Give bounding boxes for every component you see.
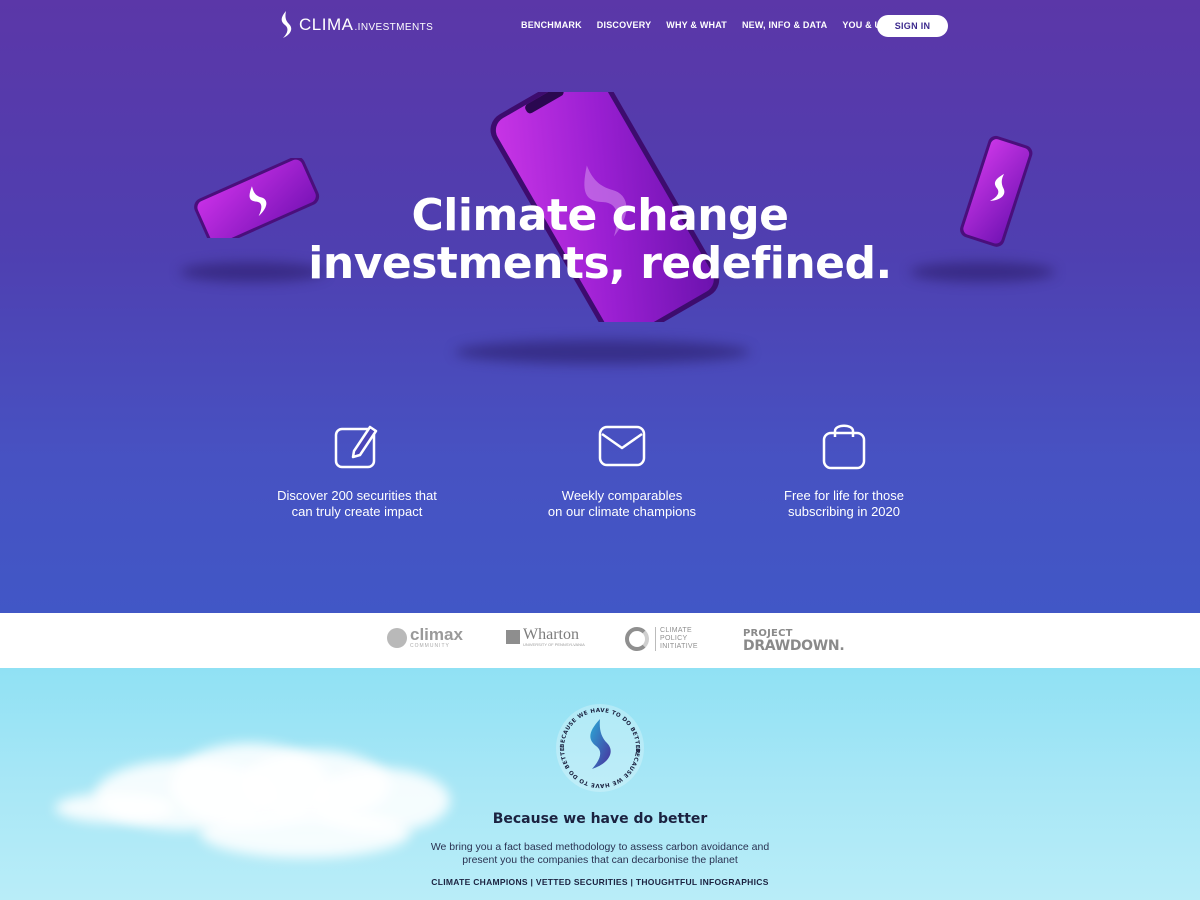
cpi-line: CLIMATE [660,627,692,634]
feature-free-for-life: Free for life for those subscribing in 2… [734,421,954,520]
partner-cpi-logo[interactable]: CLIMATE POLICY INITIATIVE [625,627,698,651]
brand-suffix: .INVESTMENTS [354,21,434,33]
pencil-square-icon [334,425,378,469]
feature-text: Weekly comparables on our climate champi… [512,488,732,520]
feature-line: on our climate champions [547,504,697,519]
desc-line: We bring you a fact based methodology to… [430,841,770,853]
site-logo[interactable]: CLIMA .INVESTMENTS [277,10,433,40]
nav-news-info-data[interactable]: NEW, INFO & DATA [742,20,827,30]
cpi-line: POLICY [660,635,688,642]
mission-section: BECAUSE WE HAVE TO DO BETTER BECAUSE WE … [0,668,1200,900]
partners-strip: climax COMMUNITY Wharton UNIVERSITY OF P… [0,613,1200,668]
hero-section: CLIMA .INVESTMENTS BENCHMARK DISCOVERY W… [0,0,1200,613]
brand-name: CLIMA [299,15,354,34]
bag-icon [822,424,866,470]
mission-tags: CLIMATE CHAMPIONS | VETTED SECURITIES | … [431,877,769,887]
main-menu: BENCHMARK DISCOVERY WHY & WHAT NEW, INFO… [521,20,902,30]
cpi-ring-icon [625,627,649,651]
desc-line: present you the companies that can decar… [462,854,738,866]
headline-line-2: investments, redefined. [308,238,892,289]
wharton-shield-icon [506,630,520,644]
mission-title: Because we have do better [492,811,708,827]
partner-drawdown-logo[interactable]: PROJECT DRAWDOWN. [743,627,845,654]
top-navigation: CLIMA .INVESTMENTS BENCHMARK DISCOVERY W… [0,0,1200,52]
feature-line: Weekly comparables [561,488,683,503]
partner-name: climax [410,625,463,644]
feature-line: Discover 200 securities that [277,488,437,503]
nav-discovery[interactable]: DISCOVERY [597,20,651,30]
partner-climax-logo[interactable]: climax COMMUNITY [387,625,463,649]
sign-in-button[interactable]: SIGN IN [877,15,948,37]
feature-line: Free for life for those [784,488,904,503]
phone-illustration-right [960,135,1033,247]
feature-line: can truly create impact [291,504,423,519]
partner-name: PROJECT DRAWDOWN. [743,627,845,654]
partner-sub: UNIVERSITY OF PENNSYLVANIA [523,642,585,647]
drawdown-line: DRAWDOWN. [743,638,845,654]
climax-globe-icon [387,628,407,648]
phone-shadow-center [455,340,750,364]
cpi-line: INITIATIVE [660,643,698,650]
headline-line-1: Climate change [411,190,789,241]
feature-text: Discover 200 securities that can truly c… [247,488,467,520]
hero-headline: Climate change investments, redefined. [300,192,900,288]
feature-comparables: Weekly comparables on our climate champi… [512,421,732,520]
nav-benchmark[interactable]: BENCHMARK [521,20,582,30]
feature-line: subscribing in 2020 [787,504,901,519]
flame-logo-icon [281,11,292,38]
feature-text: Free for life for those subscribing in 2… [734,488,954,520]
mission-description: We bring you a fact based methodology to… [380,841,820,867]
mission-badge: BECAUSE WE HAVE TO DO BETTER BECAUSE WE … [555,703,644,792]
cloud-decoration [200,808,410,858]
cloud-decoration [55,793,175,823]
partner-name: CLIMATE POLICY INITIATIVE [655,627,698,651]
feature-securities: Discover 200 securities that can truly c… [247,421,467,520]
partner-name: Wharton [523,626,579,643]
phone-shadow-right [910,262,1055,282]
partner-wharton-logo[interactable]: Wharton UNIVERSITY OF PENNSYLVANIA [506,627,585,647]
nav-why-what[interactable]: WHY & WHAT [666,20,727,30]
envelope-icon [598,425,646,467]
